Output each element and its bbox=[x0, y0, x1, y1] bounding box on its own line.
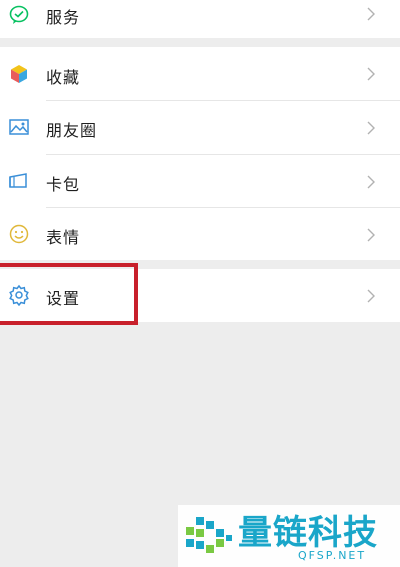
highlight-box bbox=[0, 263, 138, 325]
menu-item-label: 朋友圈 bbox=[46, 121, 98, 140]
menu-item-label: 卡包 bbox=[46, 175, 81, 194]
menu-item-stickers[interactable]: 表情 bbox=[0, 208, 400, 260]
menu-item-cards[interactable]: 卡包 bbox=[0, 155, 400, 207]
watermark-logo-icon bbox=[182, 511, 236, 561]
chevron-right-icon bbox=[366, 121, 376, 135]
main-menu-group: 收藏 朋友圈 卡包 表情 bbox=[0, 47, 400, 260]
watermark: 量链科技 QFSP.NET bbox=[178, 505, 400, 567]
services-group: 服务 bbox=[0, 0, 400, 38]
menu-item-services[interactable]: 服务 bbox=[0, 0, 400, 30]
card-wallet-icon bbox=[8, 170, 30, 192]
menu-item-favorites[interactable]: 收藏 bbox=[0, 47, 400, 100]
chevron-right-icon bbox=[366, 228, 376, 242]
chevron-right-icon bbox=[366, 67, 376, 81]
watermark-subtitle: QFSP.NET bbox=[298, 549, 367, 562]
chevron-right-icon bbox=[366, 289, 376, 303]
chevron-right-icon bbox=[366, 7, 376, 21]
favorites-cube-icon bbox=[8, 63, 30, 85]
menu-item-label: 服务 bbox=[46, 8, 81, 27]
menu-item-label: 表情 bbox=[46, 228, 81, 247]
smiley-icon bbox=[8, 223, 30, 245]
services-icon bbox=[8, 4, 30, 26]
menu-item-moments[interactable]: 朋友圈 bbox=[0, 101, 400, 154]
menu-item-label: 收藏 bbox=[46, 68, 81, 87]
moments-image-icon bbox=[8, 116, 30, 138]
watermark-title: 量链科技 bbox=[238, 513, 378, 553]
chevron-right-icon bbox=[366, 175, 376, 189]
